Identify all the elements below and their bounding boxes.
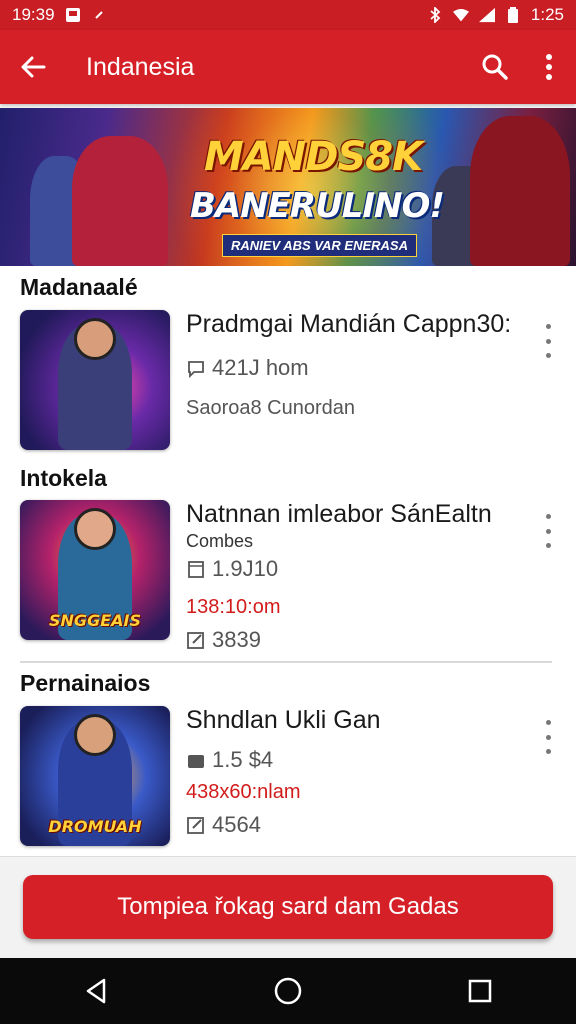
section-heading-2: Intokela (20, 465, 107, 491)
nav-back-icon (86, 978, 106, 1004)
item-count: 4564 (212, 812, 261, 837)
edit-icon (186, 630, 206, 650)
more-dot-icon (545, 514, 551, 519)
nav-home-icon (274, 977, 302, 1005)
item-subtitle: Combes (186, 531, 254, 551)
item-more-button[interactable] (538, 514, 558, 548)
more-dot-icon (545, 749, 551, 754)
item-meta: Pradmgai Mandián Cappn30: 421J hom Saoro… (186, 310, 526, 420)
game-thumbnail[interactable] (20, 310, 170, 450)
item-meta: Natnnan imleabor SánEaltn Combes 1.9J10 … (186, 500, 526, 653)
item-count: 3839 (212, 627, 261, 652)
item-location-row: Saoroa8 Cunordan (186, 397, 526, 420)
item-detail-row: 421J hom (186, 355, 526, 381)
banner-character-left-2 (72, 136, 168, 266)
back-arrow-icon (21, 56, 46, 78)
status-time-right: 1:25 (530, 5, 564, 24)
item-time-row: 438x60:nlam (186, 781, 526, 804)
signal-icon (478, 7, 495, 23)
chat-icon (186, 358, 206, 378)
item-location: Saoroa8 Cunordan (186, 397, 356, 419)
search-icon (482, 54, 508, 80)
item-time-row: 138:10:om (186, 596, 526, 619)
banner-tagline: RANIEV ABS VAR ENERASA (222, 234, 417, 257)
primary-action-button[interactable]: Tompiea řokag sard dam Gadas (23, 875, 553, 939)
game-thumbnail[interactable]: SNGGEAIS (20, 500, 170, 640)
game-thumbnail[interactable]: DROMUAH (20, 706, 170, 846)
section-heading-3: Pernainaios (20, 670, 151, 696)
nav-recents-icon (468, 979, 492, 1003)
item-title: Shndlan Ukli Gan (186, 706, 381, 734)
dot-icon (91, 7, 107, 23)
item-more-button[interactable] (538, 720, 558, 754)
page-title: Indanesia (86, 52, 195, 81)
more-dot-icon (545, 324, 551, 329)
promo-banner[interactable]: MANDS8K BANERULINO! RANIEV ABS VAR ENERA… (0, 108, 576, 266)
more-vert-icon (546, 54, 552, 80)
item-more-button[interactable] (538, 324, 558, 358)
battery-icon (505, 7, 521, 23)
app-bar: Indanesia (0, 30, 576, 104)
item-detail-row: 1.9J10 (186, 556, 526, 582)
banner-character-right-2 (470, 116, 570, 266)
thumbnail-logo-text: SNGGEAIS (49, 611, 141, 630)
status-bar: 19:39 1:25 (0, 0, 576, 30)
item-count-row: 3839 (186, 627, 526, 653)
item-count-row: 4564 (186, 812, 526, 838)
more-dot-icon (545, 720, 551, 725)
item-title: Natnnan imleabor SánEaltn (186, 500, 492, 528)
more-dot-icon (545, 528, 551, 534)
status-time-left: 19:39 (12, 5, 55, 24)
search-button[interactable] (468, 30, 522, 104)
bluetooth-icon (427, 7, 443, 23)
item-detail: 421J hom (212, 355, 309, 380)
item-time: 438x60:nlam (186, 781, 301, 803)
item-detail: 1.5 $4 (212, 747, 274, 772)
nav-recents-button[interactable] (450, 961, 510, 1021)
system-nav-bar (0, 958, 576, 1024)
item-detail-row: 1.5 $4 (186, 747, 526, 773)
list-item[interactable]: DROMUAH Shndlan Ukli Gan 1.5 $4 438x60:n… (0, 706, 576, 856)
more-options-button[interactable] (522, 30, 576, 104)
section-divider (20, 661, 552, 663)
item-meta: Shndlan Ukli Gan 1.5 $4 438x60:nlam 4564 (186, 706, 526, 838)
calendar-icon (186, 559, 206, 579)
list-item[interactable]: SNGGEAIS Natnnan imleabor SánEaltn Combe… (0, 500, 576, 653)
wifi-icon (452, 7, 469, 23)
notification-icon (65, 7, 81, 23)
nav-back-button[interactable] (66, 961, 126, 1021)
back-button[interactable] (0, 30, 66, 104)
more-dot-icon (545, 543, 551, 548)
more-dot-icon (545, 353, 551, 358)
edit-icon (186, 815, 206, 835)
item-time: 138:10:om (186, 596, 281, 618)
thumbnail-logo-text: DROMUAH (48, 817, 142, 836)
item-title: Pradmgai Mandián Cappn30: (186, 310, 512, 338)
banner-subtitle: BANERULINO! (190, 186, 445, 226)
section-heading-1: Madanaalé (20, 274, 138, 300)
nav-home-button[interactable] (258, 961, 318, 1021)
item-detail: 1.9J10 (212, 556, 279, 581)
more-dot-icon (545, 734, 551, 740)
list-item[interactable]: Pradmgai Mandián Cappn30: 421J hom Saoro… (0, 310, 576, 460)
banner-title: MANDS8K (204, 134, 423, 180)
more-dot-icon (545, 338, 551, 344)
wallet-icon (186, 750, 206, 770)
